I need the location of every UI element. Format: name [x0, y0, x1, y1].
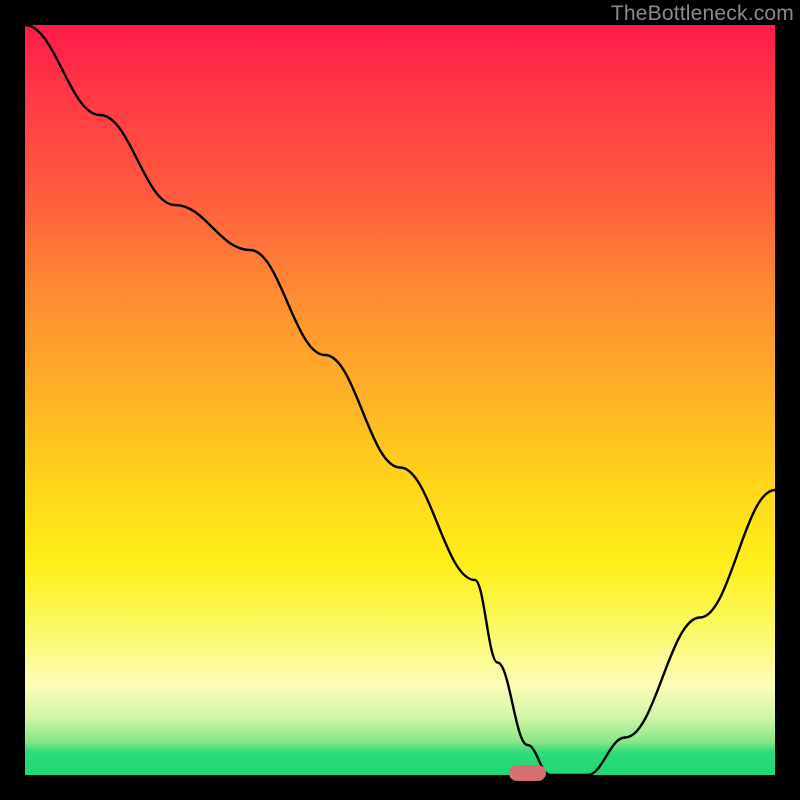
watermark-text: TheBottleneck.com — [611, 2, 794, 26]
optimal-marker — [509, 765, 547, 781]
chart-container: TheBottleneck.com — [0, 0, 800, 800]
plot-area — [25, 25, 775, 775]
bottleneck-curve — [25, 25, 775, 775]
